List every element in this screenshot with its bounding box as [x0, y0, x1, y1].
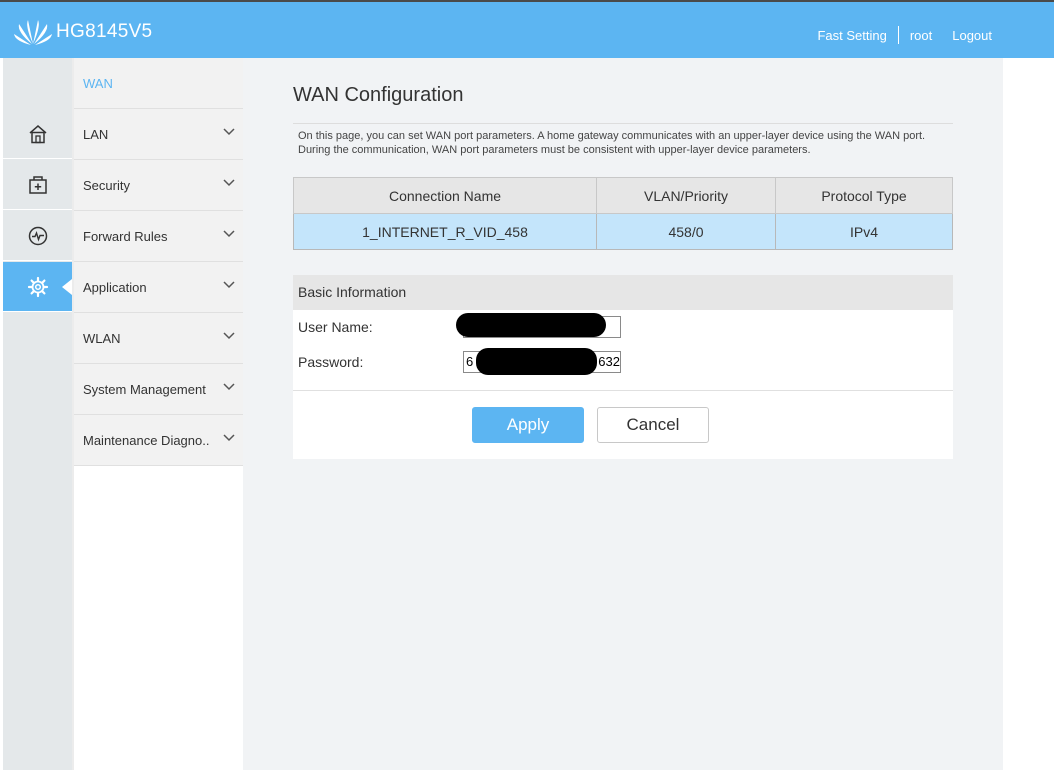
page-title: WAN Configuration	[293, 84, 464, 106]
password-value-start: 6	[466, 354, 474, 369]
top-bar: HG8145V5 Fast Setting root Logout	[0, 0, 1054, 58]
chevron-down-icon	[223, 281, 235, 289]
redaction-mark	[476, 348, 597, 375]
page-margin	[1003, 58, 1054, 770]
divider	[293, 390, 953, 391]
table-header-row: Connection Name VLAN/Priority Protocol T…	[293, 177, 953, 214]
chevron-down-icon	[223, 383, 235, 391]
sidebar-icon-home[interactable]	[3, 109, 72, 159]
username-label: User Name:	[298, 319, 373, 335]
menu-item-label: WAN	[83, 75, 113, 91]
sidebar-icon-settings[interactable]	[3, 262, 72, 312]
menu-item-wan[interactable]: WAN	[74, 58, 243, 109]
redaction-mark	[456, 313, 606, 337]
menu-item-label: Application	[83, 279, 147, 295]
chevron-down-icon	[223, 179, 235, 187]
menu-item-label: Security	[83, 177, 130, 193]
menu-item-system-management[interactable]: System Management	[74, 364, 243, 415]
chevron-down-icon	[223, 332, 235, 340]
divider	[293, 123, 953, 124]
password-value-end: 632	[598, 354, 620, 369]
huawei-logo-icon	[14, 20, 52, 45]
wan-connection-table: Connection Name VLAN/Priority Protocol T…	[293, 177, 953, 250]
main-content: WAN Configuration On this page, you can …	[243, 58, 1003, 770]
menu-item-wlan[interactable]: WLAN	[74, 313, 243, 364]
chevron-down-icon	[223, 128, 235, 136]
apply-button[interactable]: Apply	[472, 407, 584, 443]
menu-item-security[interactable]: Security	[74, 160, 243, 211]
gear-icon	[27, 276, 48, 297]
device-model: HG8145V5	[56, 21, 153, 42]
home-icon	[29, 124, 46, 143]
chevron-down-icon	[223, 230, 235, 238]
menu-item-label: WLAN	[83, 330, 121, 346]
top-links: Fast Setting root Logout	[817, 26, 992, 44]
password-label: Password:	[298, 354, 364, 370]
cancel-button[interactable]: Cancel	[597, 407, 709, 443]
protocol-type-cell: IPv4	[775, 213, 953, 250]
menu-item-label: LAN	[83, 126, 109, 142]
column-header: Connection Name	[293, 177, 597, 214]
sidebar-icon-add[interactable]	[3, 160, 72, 210]
table-row[interactable]: 1_INTERNET_R_VID_458 458/0 IPv4	[293, 213, 953, 250]
menu-item-application[interactable]: Application	[74, 262, 243, 313]
connection-name-cell: 1_INTERNET_R_VID_458	[293, 213, 597, 250]
menu-item-label: System Management	[83, 381, 206, 397]
menu-item-forward-rules[interactable]: Forward Rules	[74, 211, 243, 262]
icon-sidebar	[3, 58, 72, 770]
column-header: VLAN/Priority	[596, 177, 776, 214]
page-description: On this page, you can set WAN port param…	[298, 130, 926, 156]
basic-information-panel: Basic Information User Name: Password: 6…	[293, 275, 953, 459]
divider	[897, 26, 899, 44]
menu-item-lan[interactable]: LAN	[74, 109, 243, 160]
vlan-priority-cell: 458/0	[596, 213, 776, 250]
menu-item-label: Forward Rules	[83, 228, 168, 244]
menu-item-label: Maintenance Diagno..	[83, 432, 210, 448]
submenu: WAN LAN Security Forward Rules Applicati…	[72, 58, 243, 770]
user-root-link[interactable]: root	[910, 28, 932, 43]
column-header: Protocol Type	[775, 177, 953, 214]
sidebar-icon-diagnose[interactable]	[3, 211, 72, 261]
chevron-down-icon	[223, 434, 235, 442]
section-title: Basic Information	[293, 275, 953, 310]
fast-setting-link[interactable]: Fast Setting	[817, 28, 886, 43]
add-box-icon	[28, 175, 47, 194]
pulse-icon	[28, 226, 47, 245]
logout-link[interactable]: Logout	[952, 28, 992, 43]
menu-item-maintenance[interactable]: Maintenance Diagno..	[74, 415, 243, 466]
